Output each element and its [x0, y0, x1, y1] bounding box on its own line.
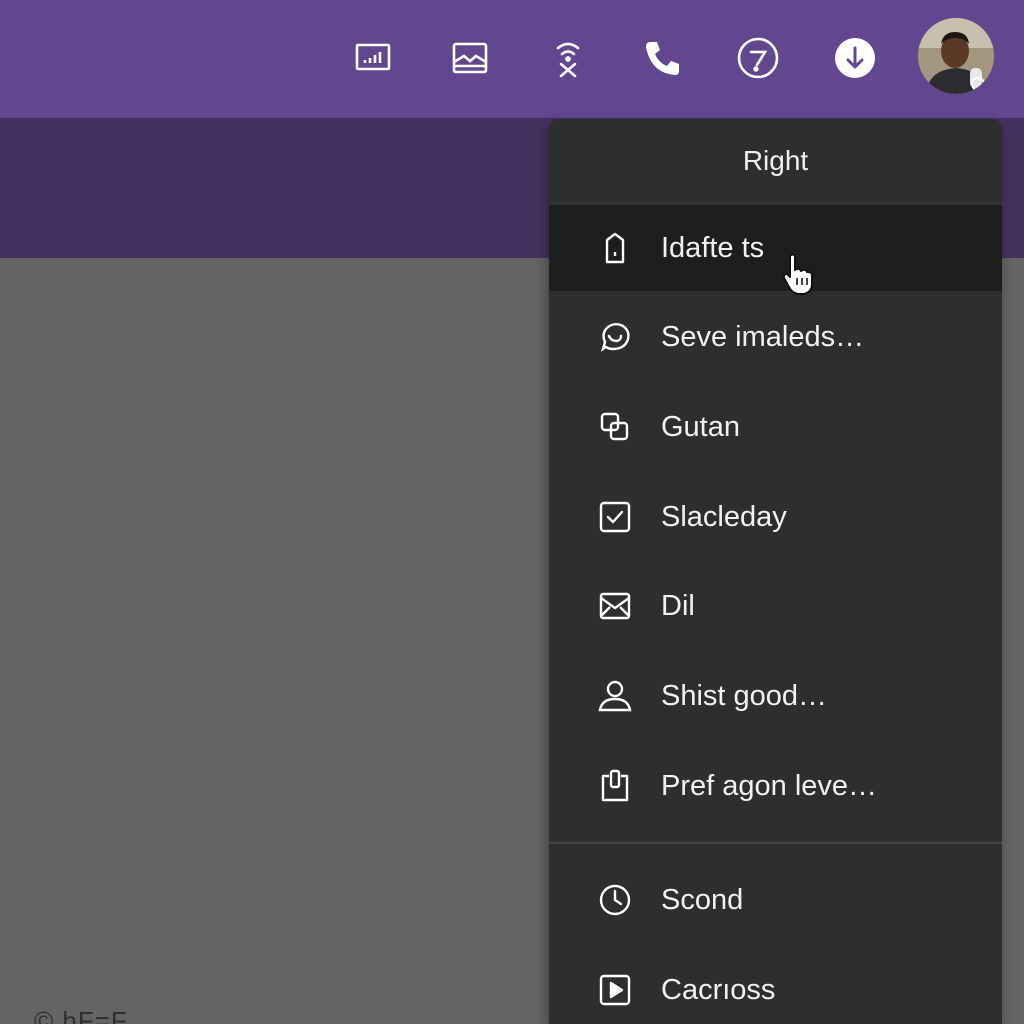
top-app-bar	[0, 0, 1024, 118]
signal-off-icon[interactable]	[540, 30, 596, 86]
menu-item-label: Pref agon leve…	[661, 769, 878, 802]
menu-item-label: Scond	[661, 883, 744, 916]
menu-item-0[interactable]: Idafte ts	[549, 205, 1002, 291]
menu-item-label: Dil	[661, 589, 695, 622]
stats-icon[interactable]	[345, 30, 401, 86]
play-icon	[595, 970, 635, 1010]
dropdown-menu: Right Idafte ts Seve imaleds… Gutan Slac…	[549, 119, 1002, 1024]
phone-icon[interactable]	[634, 30, 690, 86]
menu-item-2[interactable]: Gutan	[549, 384, 1002, 470]
clipboard-icon	[595, 766, 635, 806]
menu-item-label: Seve imaleds…	[661, 320, 865, 353]
menu-item-3[interactable]: Slacleday	[549, 474, 1002, 560]
menu-item-label: Cacrıoss	[661, 973, 776, 1006]
avatar[interactable]	[918, 18, 994, 94]
checkbox-icon	[595, 497, 635, 537]
mail-icon	[595, 586, 635, 626]
menu-item-4[interactable]: Dil	[549, 563, 1002, 649]
help-circle-icon[interactable]	[730, 30, 786, 86]
person-icon	[595, 676, 635, 716]
chat-bubble-icon	[595, 317, 635, 357]
menu-divider	[549, 842, 1002, 844]
menu-item-label: Idafte ts	[661, 231, 765, 264]
menu-item-1[interactable]: Seve imaleds…	[549, 294, 1002, 380]
download-icon[interactable]	[827, 30, 883, 86]
menu-item-8[interactable]: Cacrıoss	[549, 947, 1002, 1024]
menu-item-6[interactable]: Pref agon leve…	[549, 743, 1002, 829]
footer-text: © hF=F	[34, 1006, 128, 1024]
menu-item-label: Shist good…	[661, 679, 828, 712]
tray-icon[interactable]	[442, 30, 498, 86]
menu-item-5[interactable]: Shist good…	[549, 653, 1002, 739]
hand-cursor-icon	[780, 252, 816, 296]
door-icon	[595, 228, 635, 268]
clock-icon	[595, 880, 635, 920]
menu-header: Right	[549, 119, 1002, 204]
menu-item-label: Slacleday	[661, 500, 787, 533]
menu-item-label: Gutan	[661, 410, 740, 443]
menu-item-7[interactable]: Scond	[549, 857, 1002, 943]
copy-icon	[595, 407, 635, 447]
